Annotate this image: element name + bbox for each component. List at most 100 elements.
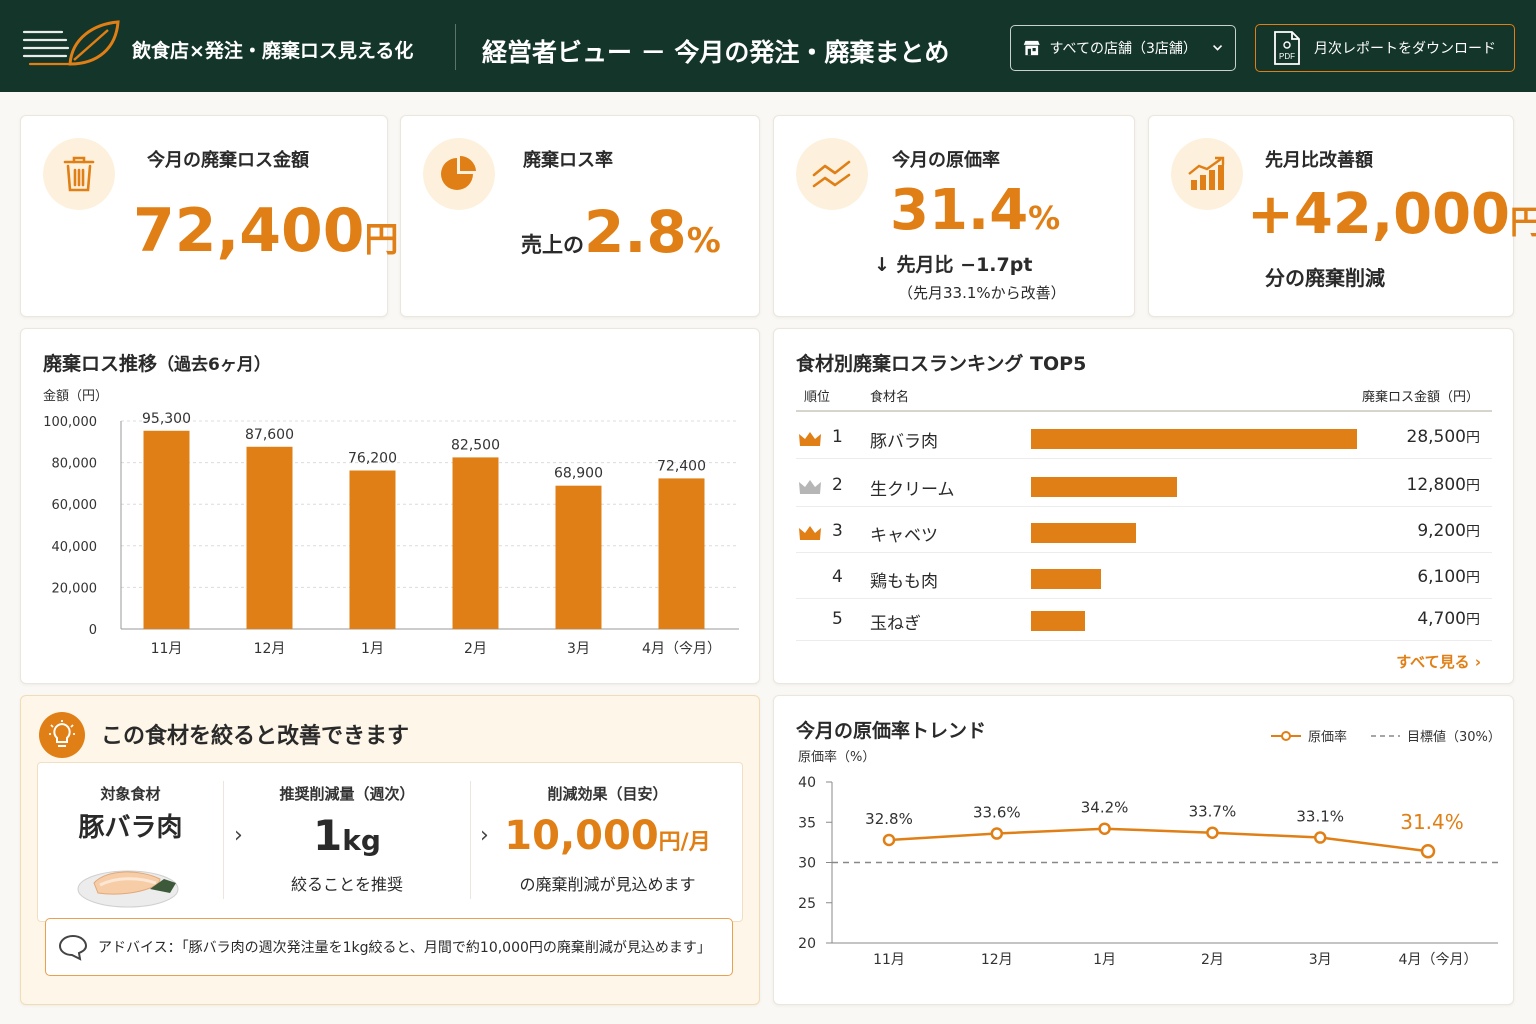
rate-point [1313,831,1327,844]
header-divider [455,24,456,70]
rate-label: 32.8% [865,810,913,828]
rank-bar [1031,477,1177,497]
page-title: 経営者ビュー － 今月の発注・廃棄まとめ [482,38,950,67]
bar [246,446,293,629]
suggestion-card: この食材を絞ると改善できます 対象食材 豚バラ肉 › › 推奨削減量（週次） 1… [20,695,760,1005]
y-axis-label: 金額（円） [43,388,108,404]
chevron-right-icon: › [1474,653,1481,671]
ranking-row[interactable]: 4 鶏もも肉 6,100円 [796,555,1492,599]
x-tick-label: 11月 [873,952,905,968]
kpi-value: 72,400円 [133,196,399,266]
rank-amount: 28,500円 [1407,427,1480,447]
advice-box: アドバイス：「豚バラ肉の週次発注量を1kg絞ると、月間で約10,000円の廃棄削… [45,918,733,976]
rate-point [1420,843,1436,859]
change-text: ↓ 先月比 −1.7pt [874,250,1032,277]
bar [143,430,190,629]
bar-value-label: 72,400 [657,458,706,474]
top-header: 飲食店×発注・廃棄ロス見える化 経営者ビュー － 今月の発注・廃棄まとめ すべて… [0,0,1536,92]
rank-number: 1 [832,427,843,447]
ranking-card: 食材別廃棄ロスランキング TOP5 順位 食材名 廃棄ロス金額（円） 1 豚バラ肉… [773,328,1514,684]
ingredient-name: 豚バラ肉 [870,432,938,452]
cost-trend-card: 今月の原価率トレンド 原価率（%） 原価率 目標値（30%） 40 35 30 25 2… [773,695,1514,1005]
crown-icon [799,432,821,446]
suggestion-title: この食材を絞ると改善できます [101,724,410,749]
col-amount: 廃棄ロス金額（円） [1361,390,1479,405]
pdf-icon-text: PDF [1279,52,1295,61]
effect-label: 削減効果（目安） [547,785,668,803]
y-tick-label: 40,000 [52,540,98,555]
kpi-value: 売上の2.8% [521,198,721,266]
x-tick-label: 12月 [254,641,286,657]
store-icon [1023,40,1040,56]
kpi-label: 先月比改善額 [1265,150,1373,171]
kpi-improvement-card: 先月比改善額 +42,000円 分の廃棄削減 [1148,115,1536,317]
amount-value: 12,800 [1406,475,1466,495]
ranking-row[interactable]: 2 生クリーム 12,800円 [796,463,1492,507]
reduce-value: 1 [313,811,343,860]
ranking-row[interactable]: 3 キャベツ 9,200円 [796,509,1492,553]
arrow-down-icon: ↓ [874,254,890,276]
reduce-sub: 絞ることを推奨 [290,875,403,894]
reduce-label: 推奨削減量（週次） [279,785,415,803]
y-tick-label: 40 [798,775,816,791]
pork-belly-image [77,870,179,908]
unit-text: % [686,221,721,261]
lightbulb-icon [49,720,75,747]
effect-unit: 円/月 [658,830,711,855]
lightbulb-icon-wrap [39,712,85,758]
download-report-button[interactable]: PDF 月次レポートをダウンロード [1255,24,1515,72]
legend-rate-label: 原価率 [1308,729,1347,745]
advice-text: アドバイス：「豚バラ肉の週次発注量を1kg絞ると、月間で約10,000円の廃棄削… [98,940,711,956]
y-tick-label: 0 [89,623,97,638]
suggestion-panel: 対象食材 豚バラ肉 › › 推奨削減量（週次） 1kg 絞ることを推奨 削減効果… [37,762,743,922]
kpi-cost-rate-card: 今月の原価率 31.4% ↓ 先月比 −1.7pt （先月33.1%から改善） [773,115,1135,317]
x-tick-label: 3月 [567,641,590,657]
ranking-row[interactable]: 5 玉ねぎ 4,700円 [796,597,1492,641]
loss-rate-value: 2.8 [584,198,687,266]
rate-label: 31.4% [1400,810,1464,834]
pie-icon [441,155,476,190]
unit-text: % [1028,199,1061,237]
rank-bar [1031,569,1101,589]
legend-rate-marker [1281,731,1291,741]
y-tick-label: 20,000 [52,581,98,596]
rank-number: 3 [832,521,843,541]
y-tick-label: 30 [798,856,816,872]
y-tick-label: 60,000 [52,498,98,513]
x-tick-label: 1月 [361,641,384,657]
x-tick-label: 3月 [1309,952,1332,968]
ranking-title: 食材別廃棄ロスランキング TOP5 [796,353,1087,375]
rank-amount: 6,100円 [1417,567,1480,587]
y-tick-label: 35 [798,815,816,831]
bar [452,457,499,629]
rate-point [882,833,896,847]
cost-rate-note: （先月33.1%から改善） [898,284,1066,302]
y-axis-label: 原価率（%） [798,749,875,765]
rank-bar [1031,611,1085,631]
prefix-text: 売上の [521,233,584,257]
x-tick-label: 12月 [981,952,1013,968]
trend-line-icon [812,160,851,188]
x-tick-label: 4月（今月） [642,641,721,657]
x-tick-label: 1月 [1093,952,1116,968]
ingredient-name: キャベツ [870,526,938,546]
app-name: 飲食店×発注・廃棄ロス見える化 [132,40,414,62]
view-all-link[interactable]: すべて見る › [1396,651,1481,672]
unit-text: 円 [364,220,399,260]
kpi-loss-rate-card: 廃棄ロス率 売上の2.8% [400,115,760,317]
leaf-logo-icon [22,20,120,66]
rank-number: 5 [832,609,843,629]
rank-amount: 4,700円 [1417,609,1480,629]
chevron-down-icon [1212,45,1222,51]
rate-label: 33.1% [1296,808,1344,826]
ranking-row[interactable]: 1 豚バラ肉 28,500円 [796,415,1492,459]
kpi-loss-amount-card: 今月の廃棄ロス金額 72,400円 [20,115,399,317]
rank-amount: 12,800円 [1407,475,1480,495]
target-name: 豚バラ肉 [78,813,183,843]
kpi-value: 31.4% [890,178,1060,243]
kpi-label: 今月の廃棄ロス金額 [147,150,309,171]
rate-label: 33.6% [973,804,1021,822]
bar-value-label: 68,900 [554,466,603,482]
ingredient-name: 鶏もも肉 [870,572,938,592]
store-select[interactable]: すべての店舗（3店舗） [1010,25,1236,71]
